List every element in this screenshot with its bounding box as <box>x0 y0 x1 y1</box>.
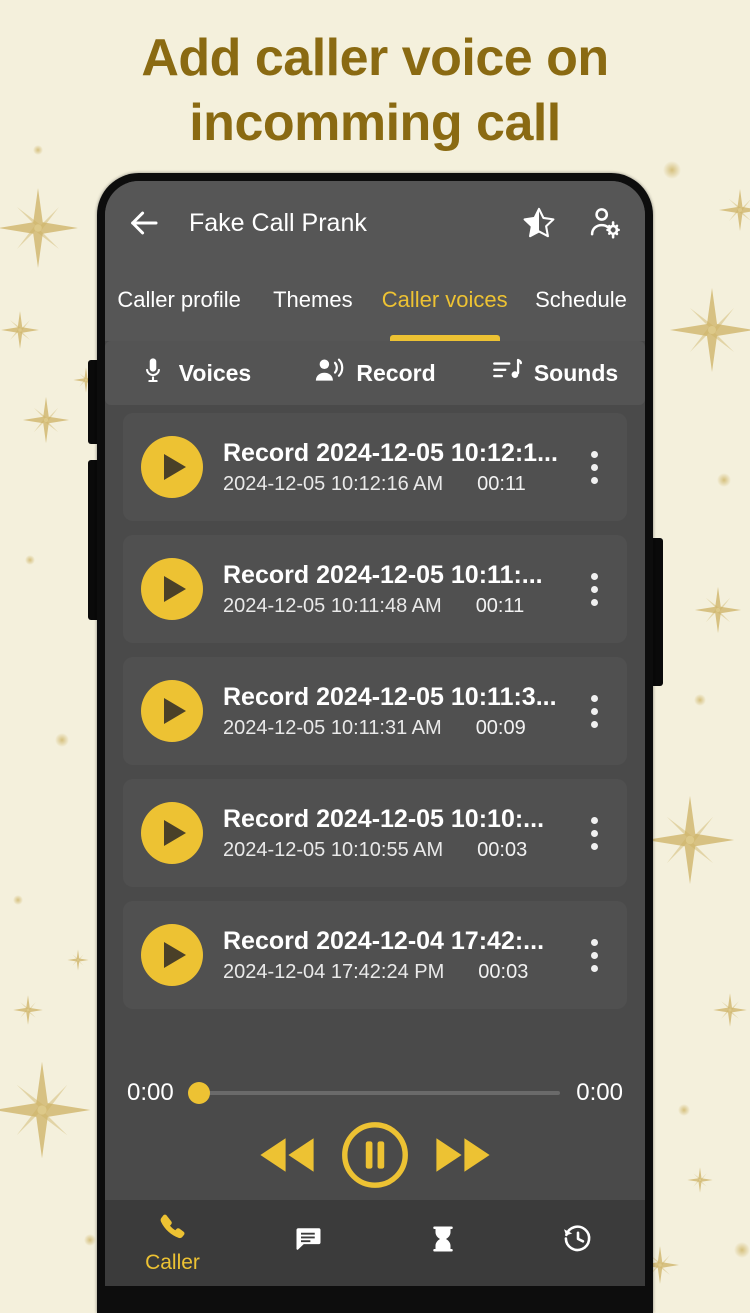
microphone-icon <box>139 356 167 390</box>
bottom-navigation: Caller <box>105 1200 645 1286</box>
subbar-label: Sounds <box>533 359 619 386</box>
play-icon[interactable] <box>141 558 203 620</box>
recording-title: Record 2024-12-05 10:11:... <box>223 560 543 589</box>
recording-subline: 2024-12-05 10:11:48 AM 00:11 <box>223 595 579 618</box>
recording-date: 2024-12-05 10:12:16 AM <box>223 472 444 495</box>
promo-headline-line1: Add caller voice on <box>141 29 609 87</box>
page-title: Fake Call Prank <box>189 208 367 237</box>
recording-row[interactable]: Record 2024-12-04 17:42:... 2024-12-04 1… <box>123 901 627 1009</box>
rewind-icon[interactable] <box>256 1134 318 1176</box>
pause-circle-icon[interactable] <box>340 1120 410 1190</box>
phone-screen: Fake Call Prank Caller profile Themes Ca… <box>105 181 645 1286</box>
overflow-menu-icon[interactable] <box>579 938 609 972</box>
recording-date: 2024-12-04 17:42:24 PM <box>223 960 445 983</box>
person-gear-icon[interactable] <box>587 205 623 241</box>
nav-item-history[interactable] <box>510 1223 645 1263</box>
recording-duration: 00:11 <box>475 594 525 617</box>
promo-headline-line2: incomming call <box>189 94 561 152</box>
play-icon[interactable] <box>141 924 203 986</box>
arrow-left-icon[interactable] <box>127 206 161 240</box>
recording-duration: 00:03 <box>478 960 529 983</box>
play-icon[interactable] <box>141 680 203 742</box>
recording-title: Record 2024-12-04 17:42:... <box>223 926 545 955</box>
recording-meta: Record 2024-12-05 10:11:... 2024-12-05 1… <box>203 561 579 618</box>
subbar-item-record[interactable]: Record <box>285 356 465 390</box>
voice-source-toolbar: Voices Record Sounds <box>105 341 645 405</box>
nav-item-messages[interactable] <box>240 1224 375 1263</box>
recording-row[interactable]: Record 2024-12-05 10:12:1... 2024-12-05 … <box>123 413 627 521</box>
tab-label: Caller voices <box>381 287 508 312</box>
overflow-menu-icon[interactable] <box>579 450 609 484</box>
phone-icon <box>158 1212 188 1247</box>
nav-item-timer[interactable] <box>375 1224 510 1263</box>
transport-controls <box>127 1115 623 1195</box>
history-clock-icon <box>562 1223 593 1259</box>
play-icon[interactable] <box>141 436 203 498</box>
recording-date: 2024-12-05 10:11:31 AM <box>223 716 442 739</box>
subbar-item-voices[interactable]: Voices <box>105 356 285 390</box>
total-time: 0:00 <box>576 1079 623 1106</box>
app-bar: Fake Call Prank <box>105 181 645 265</box>
nav-item-caller[interactable]: Caller <box>105 1212 240 1275</box>
recording-meta: Record 2024-12-05 10:10:... 2024-12-05 1… <box>203 805 579 862</box>
recording-subline: 2024-12-04 17:42:24 PM 00:03 <box>223 961 579 984</box>
tab-caller-profile[interactable]: Caller profile <box>105 265 253 341</box>
seek-row: 0:00 0:00 <box>127 1071 623 1115</box>
recording-subline: 2024-12-05 10:10:55 AM 00:03 <box>223 839 579 862</box>
half-star-icon[interactable] <box>521 205 557 241</box>
play-icon[interactable] <box>141 802 203 864</box>
recording-title: Record 2024-12-05 10:11:3... <box>223 682 557 711</box>
tab-label: Themes <box>273 287 353 312</box>
person-speaking-icon <box>314 356 344 390</box>
recording-meta: Record 2024-12-05 10:11:3... 2024-12-05 … <box>203 683 579 740</box>
overflow-menu-icon[interactable] <box>579 694 609 728</box>
overflow-menu-icon[interactable] <box>579 816 609 850</box>
overflow-menu-icon[interactable] <box>579 572 609 606</box>
subbar-label: Record <box>356 359 436 386</box>
recording-duration: 00:11 <box>477 472 526 495</box>
tab-schedule[interactable]: Schedule <box>517 265 645 341</box>
recording-subline: 2024-12-05 10:11:31 AM 00:09 <box>223 717 579 740</box>
chat-bubble-icon <box>293 1224 323 1259</box>
seek-slider[interactable] <box>187 1082 561 1104</box>
seek-thumb[interactable] <box>187 1082 210 1104</box>
recordings-list: Record 2024-12-05 10:12:1... 2024-12-05 … <box>105 405 645 1055</box>
tab-label: Schedule <box>535 287 627 312</box>
recording-duration: 00:03 <box>477 838 528 861</box>
recording-meta: Record 2024-12-05 10:12:1... 2024-12-05 … <box>203 439 579 496</box>
promo-headline: Add caller voice on incomming call <box>0 26 750 156</box>
subbar-item-sounds[interactable]: Sounds <box>465 356 645 390</box>
recording-title: Record 2024-12-05 10:10:... <box>223 804 545 833</box>
recording-duration: 00:09 <box>475 716 526 739</box>
nav-item-label: Caller <box>145 1250 200 1274</box>
recording-title: Record 2024-12-05 10:12:1... <box>223 438 558 467</box>
subbar-label: Voices <box>178 359 252 386</box>
recording-date: 2024-12-05 10:11:48 AM <box>223 594 442 617</box>
recording-row[interactable]: Record 2024-12-05 10:11:3... 2024-12-05 … <box>123 657 627 765</box>
tab-label: Caller profile <box>117 287 241 312</box>
recording-date: 2024-12-05 10:10:55 AM <box>223 838 444 861</box>
elapsed-time: 0:00 <box>127 1079 174 1106</box>
tab-themes[interactable]: Themes <box>253 265 372 341</box>
hourglass-icon <box>428 1224 458 1259</box>
tab-caller-voices[interactable]: Caller voices <box>372 265 516 341</box>
playlist-music-icon <box>492 356 522 390</box>
tab-bar: Caller profile Themes Caller voices Sche… <box>105 265 645 341</box>
recording-subline: 2024-12-05 10:12:16 AM 00:11 <box>223 473 579 496</box>
recording-row[interactable]: Record 2024-12-05 10:10:... 2024-12-05 1… <box>123 779 627 887</box>
recording-meta: Record 2024-12-04 17:42:... 2024-12-04 1… <box>203 927 579 984</box>
fast-forward-icon[interactable] <box>432 1134 494 1176</box>
audio-player: 0:00 0:00 <box>105 1055 645 1200</box>
recording-row[interactable]: Record 2024-12-05 10:11:... 2024-12-05 1… <box>123 535 627 643</box>
